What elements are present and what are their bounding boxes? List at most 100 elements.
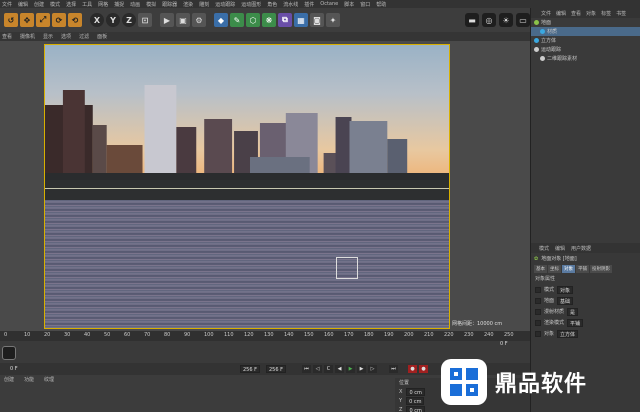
render-settings-icon[interactable]: ⚙: [192, 13, 206, 27]
material-manager-tab[interactable]: 功能: [24, 376, 34, 383]
menu-item[interactable]: 流水线: [283, 1, 298, 8]
attribute-subtab[interactable]: 坐标: [548, 264, 561, 273]
coord-value-field[interactable]: 0 cm: [406, 387, 425, 396]
object-row[interactable]: 立方体: [531, 36, 640, 45]
viewport-menu-item[interactable]: 面板: [97, 33, 107, 40]
current-frame-knob[interactable]: [2, 346, 16, 360]
object-row[interactable]: 材质: [531, 27, 640, 36]
prev-key-icon[interactable]: ◁: [313, 365, 322, 373]
viewport-menu-item[interactable]: 查看: [2, 33, 12, 40]
timeline-ruler[interactable]: 0 10 20 30 40 50 60 70 80 90 100 110 120 130 140 150 160…: [0, 331, 530, 341]
layout-icon[interactable]: ▭: [516, 13, 530, 27]
object-row[interactable]: 地面: [531, 18, 640, 27]
object-row[interactable]: 运动跟踪: [531, 45, 640, 54]
cube-icon[interactable]: ◆: [214, 13, 228, 27]
prev-frame-icon[interactable]: ◀: [335, 365, 344, 373]
snap-icon[interactable]: ◎: [482, 13, 496, 27]
attribute-subtab[interactable]: 投射阴影: [590, 264, 612, 273]
menu-item[interactable]: 编辑: [18, 1, 28, 8]
axis-x-button[interactable]: X: [90, 13, 104, 27]
object-row[interactable]: 二维跟踪素材: [531, 54, 640, 63]
sun-icon[interactable]: ☀: [499, 13, 513, 27]
frame-end-field[interactable]: 256 F: [240, 365, 261, 373]
frame-display-field[interactable]: 256 F: [266, 365, 287, 373]
loop-icon[interactable]: C: [324, 365, 333, 373]
menu-item[interactable]: 网格: [98, 1, 108, 8]
attribute-subtab[interactable]: 平铺: [576, 264, 589, 273]
attribute-checkbox[interactable]: [535, 319, 541, 326]
viewport-menu-item[interactable]: 过滤: [79, 33, 89, 40]
attribute-tab[interactable]: 编辑: [555, 245, 565, 252]
attribute-value[interactable]: 立方体: [557, 329, 579, 338]
axis-z-button[interactable]: Z: [122, 13, 136, 27]
object-manager-tab[interactable]: 查看: [571, 10, 581, 17]
object-manager-tab[interactable]: 文件: [541, 10, 551, 17]
pen-spline-icon[interactable]: ✎: [230, 13, 244, 27]
menu-item[interactable]: 创建: [34, 1, 44, 8]
coord-value-field[interactable]: 0 cm: [406, 405, 425, 412]
menu-item[interactable]: 角色: [267, 1, 277, 8]
menu-item[interactable]: 插件: [304, 1, 314, 8]
light-icon[interactable]: ✦: [326, 13, 340, 27]
next-frame-icon[interactable]: ▶: [357, 365, 366, 373]
menu-item[interactable]: 窗口: [360, 1, 370, 8]
attribute-value[interactable]: 平铺: [567, 318, 584, 327]
menu-item[interactable]: 模式: [50, 1, 60, 8]
object-manager-tab[interactable]: 编辑: [556, 10, 566, 17]
attribute-value[interactable]: 是: [567, 307, 579, 316]
menu-item[interactable]: 运动跟踪: [215, 1, 235, 8]
attribute-checkbox[interactable]: [535, 297, 541, 304]
object-manager-tab[interactable]: 对象: [586, 10, 596, 17]
coord-value-field[interactable]: 0 cm: [406, 396, 425, 405]
next-key-icon[interactable]: ▷: [368, 365, 377, 373]
attribute-subtab[interactable]: 对象: [562, 264, 575, 273]
frame-start-field[interactable]: 0 F: [10, 366, 18, 372]
object-manager-tab[interactable]: 标签: [601, 10, 611, 17]
array-icon[interactable]: ❋: [262, 13, 276, 27]
coordinate-system-icon[interactable]: ⊡: [138, 13, 152, 27]
attribute-checkbox[interactable]: [535, 286, 541, 293]
menu-item[interactable]: 选择: [66, 1, 76, 8]
selection-box[interactable]: [336, 257, 358, 279]
material-manager-tab[interactable]: 创建: [4, 376, 14, 383]
menu-item[interactable]: 动画: [130, 1, 140, 8]
viewport-menu-item[interactable]: 显示: [43, 33, 53, 40]
menu-item[interactable]: Octane: [320, 1, 338, 7]
viewport-menu-item[interactable]: 摄像机: [20, 33, 35, 40]
scale-tool-icon[interactable]: ⤢: [36, 13, 50, 27]
attribute-value[interactable]: 对象: [557, 285, 574, 294]
goto-end-icon[interactable]: ⏭: [389, 365, 398, 373]
menu-item[interactable]: 捕捉: [114, 1, 124, 8]
scene-icon[interactable]: ▦: [294, 13, 308, 27]
attribute-tab[interactable]: 用户数据: [571, 245, 591, 252]
attribute-value[interactable]: 基础: [557, 296, 574, 305]
object-manager-tab[interactable]: 书签: [616, 10, 626, 17]
rotate-tool-icon[interactable]: ⟳: [52, 13, 66, 27]
recent-tool-icon[interactable]: ⟲: [68, 13, 82, 27]
play-icon[interactable]: ▶: [346, 365, 355, 373]
menu-item[interactable]: 跟踪器: [162, 1, 177, 8]
goto-start-icon[interactable]: ⏮: [302, 365, 311, 373]
attribute-subtab[interactable]: 基本: [534, 264, 547, 273]
subdivision-icon[interactable]: ⬡: [246, 13, 260, 27]
menu-item[interactable]: 文件: [2, 1, 12, 8]
attribute-tab[interactable]: 模式: [539, 245, 549, 252]
attribute-checkbox[interactable]: [535, 308, 541, 315]
render-view-icon[interactable]: ▶: [160, 13, 174, 27]
material-manager-tab[interactable]: 纹理: [44, 376, 54, 383]
menu-item[interactable]: 运动图形: [241, 1, 261, 8]
menu-item[interactable]: 雕刻: [199, 1, 209, 8]
deformer-icon[interactable]: ⧉: [278, 13, 292, 27]
autokey-icon[interactable]: ●: [419, 365, 428, 373]
axis-y-button[interactable]: Y: [106, 13, 120, 27]
attribute-checkbox[interactable]: [535, 330, 541, 337]
move-tool-icon[interactable]: ✥: [20, 13, 34, 27]
undo-icon[interactable]: ↺: [4, 13, 18, 27]
menu-item[interactable]: 渲染: [183, 1, 193, 8]
viewport-menu-item[interactable]: 选项: [61, 33, 71, 40]
viewport[interactable]: 网格间距：10000 cm: [0, 41, 530, 331]
menu-item[interactable]: 工具: [82, 1, 92, 8]
camera-icon[interactable]: ◙: [310, 13, 324, 27]
record-icon[interactable]: ●: [408, 365, 417, 373]
menu-item[interactable]: 帮助: [376, 1, 386, 8]
